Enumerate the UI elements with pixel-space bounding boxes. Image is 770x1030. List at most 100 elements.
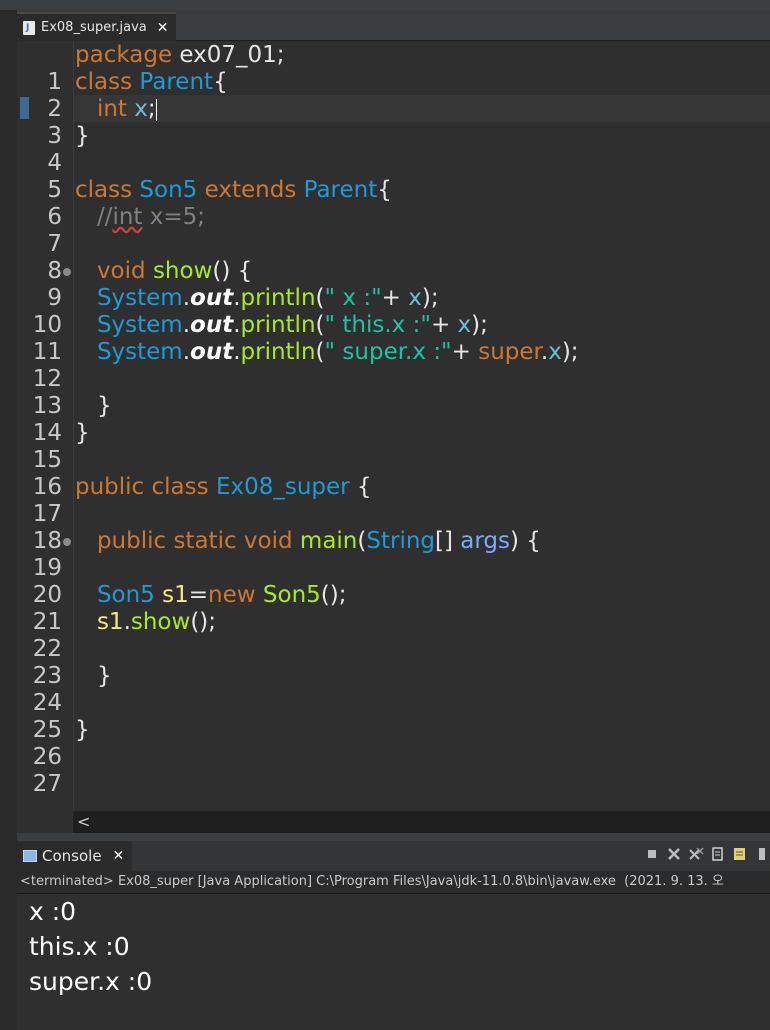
- remove-launch-icon[interactable]: [666, 846, 682, 862]
- code-token: +: [381, 285, 409, 311]
- code-line: 13: [17, 366, 770, 419]
- code-token: .: [233, 339, 241, 365]
- fold-toggle-icon[interactable]: [63, 268, 71, 276]
- code-lines: 1 package ex07_01; 2 class Parent{ 3 int…: [17, 42, 770, 797]
- code-line: 9 void show() {: [17, 258, 770, 311]
- code-token: main: [299, 528, 358, 554]
- code-line: 25: [17, 690, 770, 743]
- code-token: []: [435, 528, 461, 554]
- code-token: System: [96, 339, 183, 365]
- code-token: out: [190, 285, 234, 311]
- code-token: =: [188, 582, 209, 608]
- code-token: }: [96, 393, 112, 419]
- console-tabbar: Console ✕: [17, 841, 770, 871]
- code-line: 6 class Son5 extends Parent{: [17, 177, 770, 230]
- code-token: ();: [190, 609, 217, 635]
- pin-icon[interactable]: [710, 846, 726, 862]
- code-token: Son5: [262, 582, 321, 608]
- code-token: () {: [212, 258, 253, 284]
- horizontal-scrollbar[interactable]: <: [73, 811, 770, 833]
- line-number: 27: [32, 771, 62, 797]
- code-line: 24 }: [17, 663, 770, 716]
- console-output[interactable]: x :0 this.x :0 super.x :0: [17, 894, 770, 1030]
- code-token: public: [75, 474, 145, 500]
- code-token: out: [190, 339, 234, 365]
- code-token: show: [152, 258, 213, 284]
- scroll-left-icon[interactable]: <: [77, 811, 90, 833]
- code-token: }: [96, 663, 112, 689]
- code-token: " super.x :": [324, 339, 452, 365]
- code-line: 20: [17, 555, 770, 608]
- editor-tab-title: Ex08_super.java: [41, 20, 147, 35]
- code-token: s1: [162, 582, 189, 608]
- code-token: String: [366, 528, 436, 554]
- code-token: class: [75, 177, 133, 203]
- code-token: class: [151, 474, 209, 500]
- code-token: int: [112, 204, 143, 230]
- code-token: .: [233, 312, 241, 338]
- code-line: 14 }: [17, 393, 770, 446]
- code-line: 11 System.out.println(" this.x :"+ x);: [17, 312, 770, 365]
- editor-tab-ex08-super[interactable]: Ex08_super.java ✕: [17, 12, 177, 42]
- code-token: //: [96, 204, 113, 230]
- code-token: +: [430, 312, 458, 338]
- code-token: println: [240, 339, 316, 365]
- console-line: this.x :0: [29, 932, 130, 961]
- code-token: x: [134, 96, 148, 122]
- code-token: show: [130, 609, 191, 635]
- code-token: void: [243, 528, 293, 554]
- code-token: x: [408, 285, 422, 311]
- fold-toggle-icon[interactable]: [63, 538, 71, 546]
- code-token: .: [182, 285, 191, 311]
- code-token: }: [75, 420, 90, 446]
- remove-all-icon[interactable]: [688, 846, 704, 862]
- console-tab-title: Console: [42, 847, 102, 865]
- code-token: {: [377, 177, 392, 203]
- code-token: .: [233, 285, 241, 311]
- code-token: Ex08_super: [215, 474, 350, 500]
- stop-icon[interactable]: [644, 846, 660, 862]
- code-token: ) {: [510, 528, 541, 554]
- java-file-icon: [23, 21, 35, 35]
- console-tab[interactable]: Console ✕: [17, 841, 133, 871]
- code-token: );: [471, 312, 488, 338]
- code-token: );: [421, 285, 439, 311]
- code-line: 4 }: [17, 123, 770, 176]
- code-editor[interactable]: 1 package ex07_01; 2 class Parent{ 3 int…: [17, 41, 770, 811]
- code-token: int: [96, 96, 127, 122]
- code-token: }: [75, 123, 90, 149]
- console-line: x :0: [29, 897, 77, 926]
- code-line: 27: [17, 744, 770, 797]
- code-token: Son5: [139, 177, 198, 203]
- code-token: {: [349, 474, 372, 500]
- code-token: println: [240, 312, 316, 338]
- code-line: 1 package ex07_01;: [17, 42, 770, 95]
- code-token: System: [96, 312, 183, 338]
- code-token: (: [315, 312, 325, 338]
- close-icon[interactable]: ✕: [157, 14, 169, 42]
- close-icon[interactable]: ✕: [113, 841, 125, 871]
- code-token: System: [96, 285, 183, 311]
- text-caret: [155, 98, 157, 121]
- code-token: " this.x :": [324, 312, 431, 338]
- code-token: class: [75, 69, 133, 95]
- display-console-icon[interactable]: [732, 846, 748, 862]
- code-token: .: [182, 312, 191, 338]
- code-token: args: [460, 528, 511, 554]
- code-line: 8: [17, 231, 770, 284]
- console-status: <terminated> Ex08_super [Java Applicatio…: [17, 871, 770, 894]
- code-token: x: [457, 312, 472, 338]
- code-line: 23: [17, 636, 770, 689]
- code-line: 19 public static void main(String[] args…: [17, 528, 770, 581]
- code-token: Son5: [96, 582, 155, 608]
- code-line: 10 System.out.println(" x :"+ x);: [17, 285, 770, 338]
- more-icon[interactable]: [754, 846, 770, 862]
- code-token: );: [561, 339, 579, 365]
- code-token: ex07_01;: [172, 42, 285, 68]
